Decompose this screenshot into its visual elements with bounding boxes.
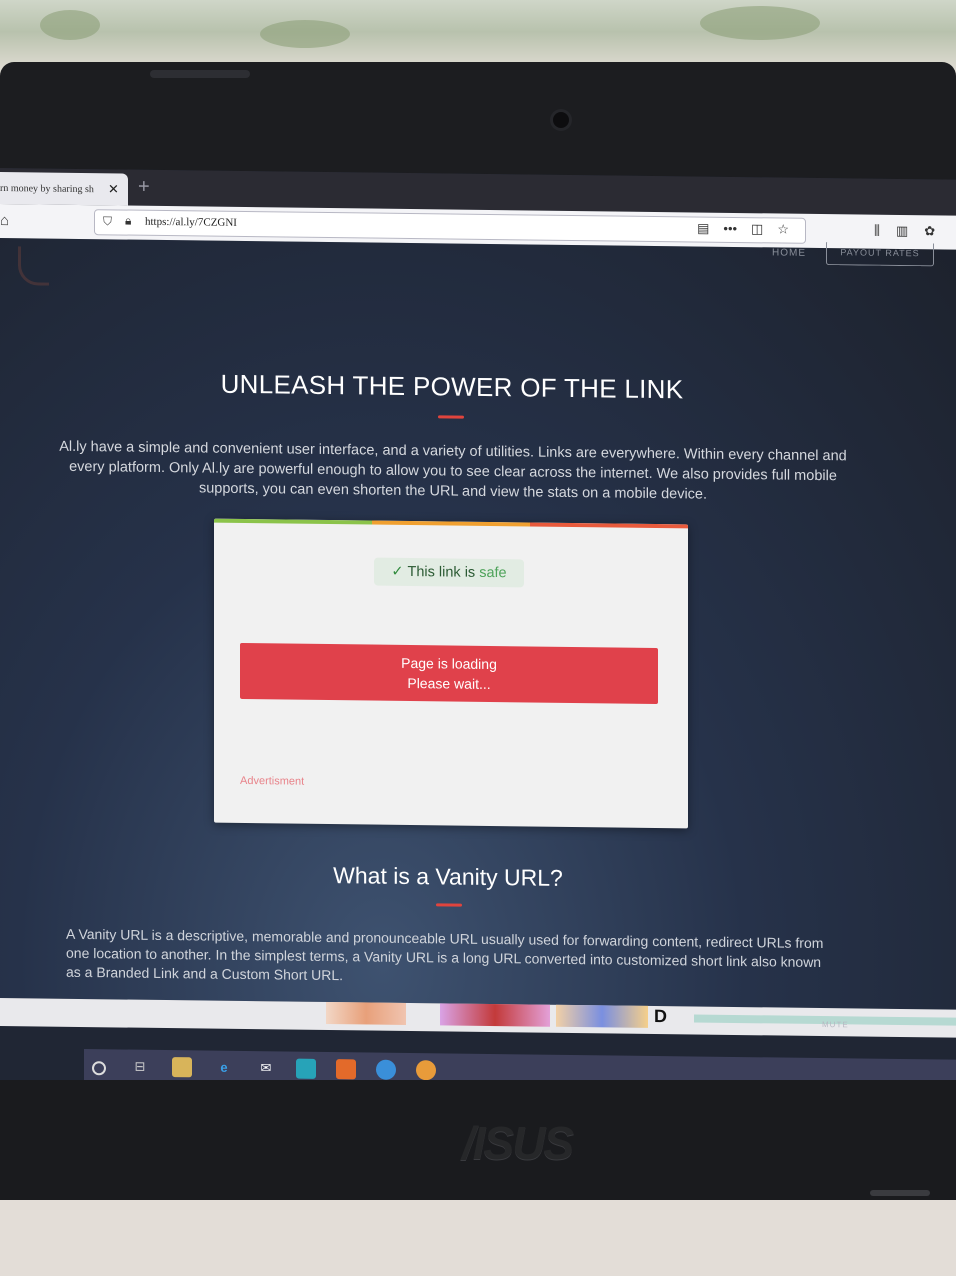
- hero-description: Al.ly have a simple and convenient user …: [59, 438, 847, 503]
- mute-button[interactable]: MUTE: [822, 1020, 849, 1029]
- laptop-brand-logo: /ISUS: [462, 1117, 574, 1169]
- shield-icon[interactable]: ⛉: [103, 214, 112, 229]
- task-view-icon[interactable]: ⊟: [130, 1057, 150, 1077]
- telegram-icon[interactable]: [376, 1059, 396, 1080]
- page-loading-button[interactable]: Page is loading Please wait...: [240, 642, 658, 705]
- reader-view-icon[interactable]: ▤: [697, 221, 709, 237]
- card-color-stripe: [214, 518, 688, 529]
- ad-logo-icon[interactable]: D: [654, 1006, 667, 1027]
- payout-rates-button[interactable]: PAYOUT RATES: [826, 242, 934, 267]
- safe-badge-word: safe: [479, 564, 507, 582]
- pocket-icon[interactable]: ◫: [751, 221, 763, 237]
- sidebar-icon[interactable]: ▥: [896, 223, 908, 239]
- browser-tab[interactable]: rn money by sharing sh ✕: [0, 172, 128, 206]
- loading-line-2: Please wait...: [407, 674, 491, 692]
- tab-close-icon[interactable]: ✕: [108, 182, 119, 197]
- file-explorer-icon[interactable]: [172, 1057, 192, 1078]
- web-page: HOME PAYOUT RATES UNLEASH THE POWER OF T…: [0, 238, 956, 1010]
- title-accent-bar: [438, 415, 464, 419]
- laptop-screen: rn money by sharing sh ✕ + ⌂ ⛉ 🔒︎ https:…: [0, 168, 956, 1092]
- vanity-description: A Vanity URL is a descriptive, memorable…: [66, 925, 824, 984]
- ad-image[interactable]: [556, 1004, 648, 1028]
- nav-home-link[interactable]: HOME: [772, 247, 806, 258]
- safe-badge-prefix: This link is: [407, 563, 480, 581]
- link-status-card: ✓ This link is safe Page is loading Pleas…: [214, 518, 688, 829]
- webcam: [553, 112, 569, 128]
- lock-icon[interactable]: 🔒︎: [125, 214, 131, 229]
- firefox-icon[interactable]: [416, 1060, 436, 1081]
- home-icon[interactable]: ⌂: [0, 212, 9, 229]
- site-logo[interactable]: [0, 238, 80, 299]
- bookmark-star-icon[interactable]: ☆: [777, 221, 789, 237]
- hero-title: UNLEASH THE POWER OF THE LINK: [220, 368, 684, 405]
- url-text[interactable]: https://al.ly/7CZGNI: [145, 216, 237, 229]
- safe-link-badge: ✓ This link is safe: [374, 557, 524, 588]
- library-icon[interactable]: ⫼: [874, 223, 880, 239]
- check-icon: ✓: [391, 563, 404, 580]
- extension-icon[interactable]: ✿: [924, 223, 935, 239]
- ad-image[interactable]: [440, 1003, 550, 1027]
- app-icon[interactable]: [296, 1058, 316, 1079]
- address-bar[interactable]: ⛉ 🔒︎ https://al.ly/7CZGNI ▤ ••• ◫ ☆: [94, 209, 806, 244]
- ad-image[interactable]: [326, 1001, 406, 1025]
- laptop-foot: [870, 1190, 930, 1196]
- vanity-accent-bar: [436, 903, 462, 907]
- vanity-title: What is a Vanity URL?: [333, 862, 563, 891]
- edge-icon[interactable]: e: [214, 1058, 234, 1078]
- app-icon[interactable]: [336, 1059, 356, 1080]
- new-tab-icon[interactable]: +: [138, 176, 150, 199]
- mail-icon[interactable]: ✉: [256, 1058, 276, 1078]
- desk-surface: [0, 1200, 956, 1276]
- advertisement-label: Advertisment: [240, 774, 305, 788]
- tab-title: rn money by sharing sh: [0, 182, 94, 195]
- bezel-notch: [150, 70, 250, 78]
- more-icon[interactable]: •••: [723, 221, 737, 237]
- search-circle-icon[interactable]: [92, 1061, 106, 1076]
